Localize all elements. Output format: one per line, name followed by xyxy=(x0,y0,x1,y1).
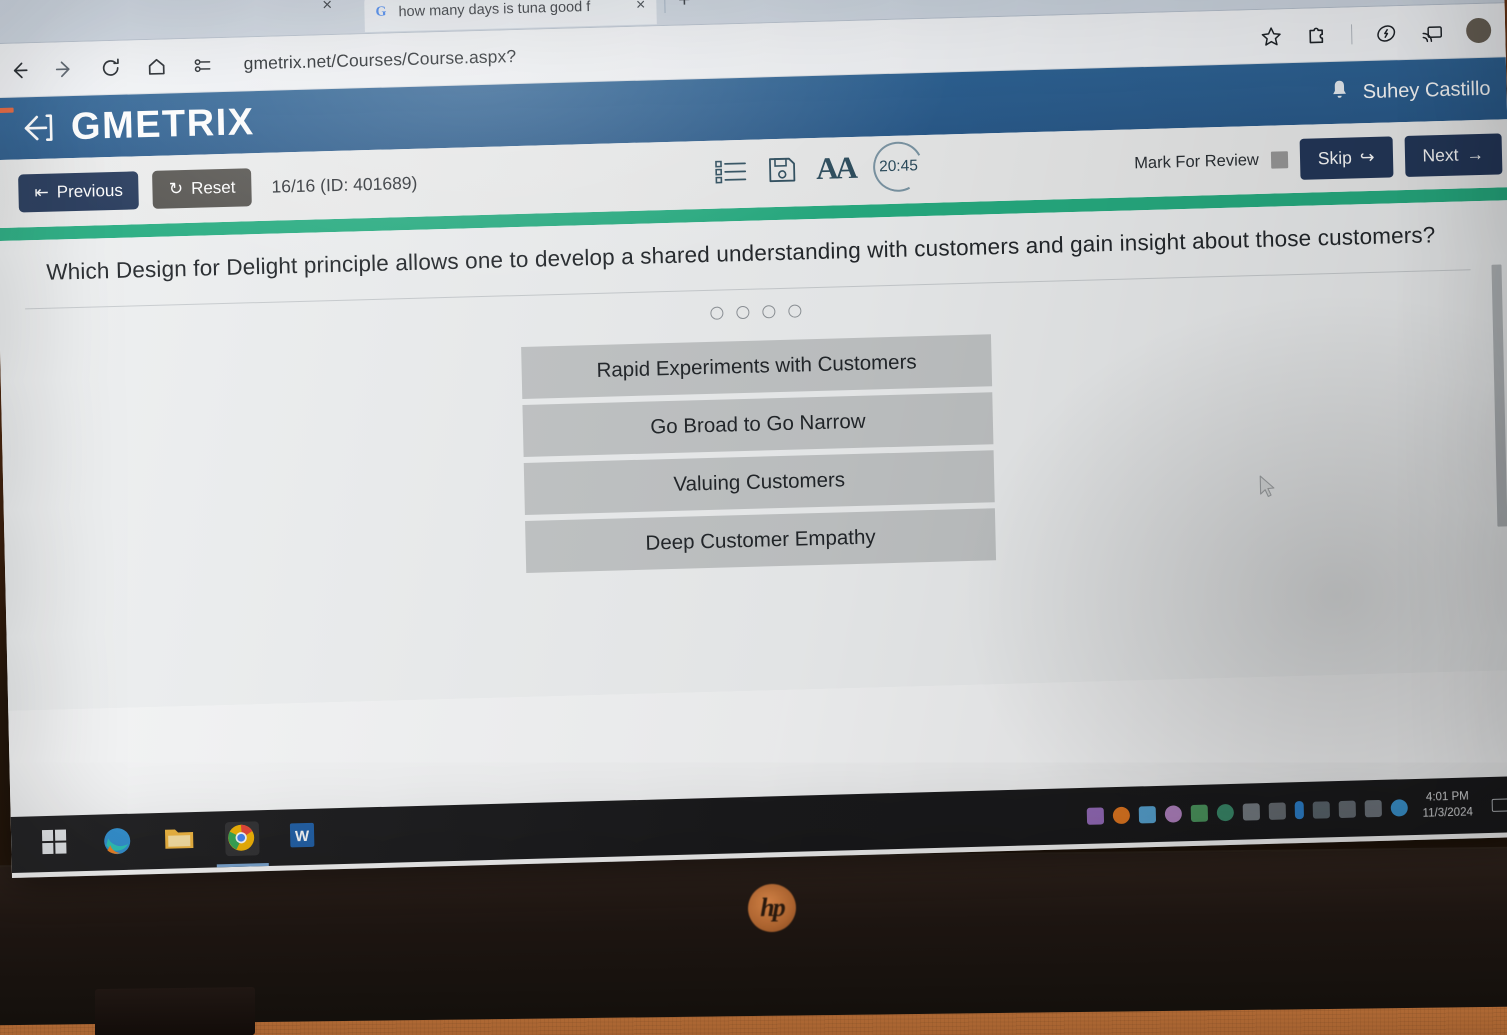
radio-option-1[interactable] xyxy=(709,306,724,321)
next-button[interactable]: Next → xyxy=(1404,133,1503,178)
address-bar-url[interactable]: gmetrix.net/Courses/Course.aspx? xyxy=(243,46,516,74)
notification-bell-icon[interactable] xyxy=(1328,77,1351,108)
mark-for-review-label: Mark For Review xyxy=(1134,150,1260,173)
question-content: Which Design for Delight principle allow… xyxy=(0,200,1507,712)
system-tray: 4:01 PM 11/3/2024 xyxy=(1086,776,1507,843)
clock-time: 4:01 PM xyxy=(1425,791,1469,805)
new-tab-button[interactable]: + xyxy=(678,0,691,13)
start-button[interactable] xyxy=(39,826,74,861)
forward-arrow-icon[interactable] xyxy=(53,57,75,80)
tray-icon-5[interactable] xyxy=(1216,803,1234,821)
question-counter: 16/16 (ID: 401689) xyxy=(271,172,418,197)
tray-icon-8[interactable] xyxy=(1294,801,1304,820)
skip-button[interactable]: Skip ↪ xyxy=(1299,136,1393,180)
timer-value: 20:45 xyxy=(878,157,918,176)
close-icon[interactable]: × xyxy=(633,0,649,15)
puzzle-piece-icon[interactable] xyxy=(1305,23,1330,48)
tray-icon-cloud[interactable] xyxy=(1390,798,1408,817)
star-icon[interactable] xyxy=(1259,24,1284,49)
back-to-dashboard-icon[interactable] xyxy=(17,110,58,145)
tray-icon-6[interactable] xyxy=(1242,802,1260,821)
reset-icon: ↻ xyxy=(168,179,184,199)
clock-date: 11/3/2024 xyxy=(1422,806,1474,820)
mark-for-review-checkbox[interactable] xyxy=(1270,151,1289,169)
next-icon: → xyxy=(1466,143,1485,165)
tray-icon-edge[interactable] xyxy=(1112,806,1130,824)
cast-icon[interactable] xyxy=(1420,19,1445,44)
tray-icon-4[interactable] xyxy=(1190,804,1208,822)
taskbar-file-explorer-icon[interactable] xyxy=(163,823,198,858)
gmetrix-logo[interactable]: GMETRIX xyxy=(71,101,256,149)
taskbar-clock[interactable]: 4:01 PM 11/3/2024 xyxy=(1422,790,1473,822)
tray-icon-1[interactable] xyxy=(1086,806,1104,825)
google-g-icon: G xyxy=(375,4,387,20)
answer-options-list: Rapid Experiments with Customers Go Broa… xyxy=(0,321,1507,588)
radio-option-4[interactable] xyxy=(787,304,802,319)
answer-option[interactable]: Rapid Experiments with Customers xyxy=(521,334,993,400)
taskbar-edge-icon[interactable] xyxy=(101,825,136,860)
answer-option[interactable]: Valuing Customers xyxy=(523,450,995,516)
reset-label: Reset xyxy=(190,177,236,198)
save-floppy-icon[interactable] xyxy=(766,153,799,186)
skip-icon: ↪ xyxy=(1359,146,1375,168)
question-tools: AA 20:45 xyxy=(714,135,930,198)
tray-icon-2[interactable] xyxy=(1138,805,1156,823)
home-icon[interactable] xyxy=(145,55,167,78)
tray-icon-7[interactable] xyxy=(1268,801,1286,820)
browser-action-icons xyxy=(1259,3,1500,62)
list-icon[interactable] xyxy=(714,156,749,187)
mouse-cursor xyxy=(1258,475,1278,506)
answer-option[interactable]: Deep Customer Empathy xyxy=(525,508,997,574)
navbar-right-controls: Mark For Review Skip ↪ Next → xyxy=(1134,133,1503,184)
site-settings-icon[interactable] xyxy=(191,54,213,77)
tray-icon-network[interactable] xyxy=(1338,800,1356,818)
previous-label: Previous xyxy=(56,180,124,202)
tray-icon-9[interactable] xyxy=(1312,800,1330,819)
tab-title: how many days is tuna good f xyxy=(398,0,591,21)
previous-button[interactable]: ⇤ Previous xyxy=(18,171,140,213)
back-arrow-icon[interactable] xyxy=(7,59,29,82)
logo-accent-bar xyxy=(0,107,14,114)
radio-option-2[interactable] xyxy=(735,306,750,320)
taskbar-chrome-icon[interactable] xyxy=(224,821,260,857)
font-size-icon[interactable]: AA xyxy=(816,150,856,187)
leaf-icon[interactable] xyxy=(1374,21,1399,46)
tray-icon-volume[interactable] xyxy=(1364,799,1382,817)
next-label: Next xyxy=(1422,144,1459,166)
photo-scene: hp × G how many days is tuna good f × + xyxy=(0,0,1507,1035)
reset-button[interactable]: ↻ Reset xyxy=(152,168,252,209)
previous-icon: ⇤ xyxy=(34,182,49,203)
tab-separator xyxy=(664,0,666,13)
notification-center-icon[interactable] xyxy=(1491,797,1507,812)
skip-label: Skip xyxy=(1317,147,1353,169)
taskbar-word-icon[interactable]: W xyxy=(287,820,322,855)
laptop-screen: × G how many days is tuna good f × + xyxy=(0,0,1507,878)
reload-icon[interactable] xyxy=(99,56,121,79)
answer-option[interactable]: Go Broad to Go Narrow xyxy=(522,392,994,458)
tray-icon-3[interactable] xyxy=(1164,804,1182,823)
previous-tab-close-icon[interactable]: × xyxy=(322,0,332,15)
user-name: Suhey Castillo xyxy=(1362,77,1491,103)
avatar[interactable] xyxy=(1465,17,1492,44)
svg-text:W: W xyxy=(295,828,310,845)
exam-timer: 20:45 xyxy=(866,135,930,198)
user-area: Suhey Castillo xyxy=(1328,58,1491,124)
radio-option-3[interactable] xyxy=(761,305,776,319)
toolbar-divider xyxy=(1350,23,1353,44)
laptop-touchpad xyxy=(95,987,255,1035)
